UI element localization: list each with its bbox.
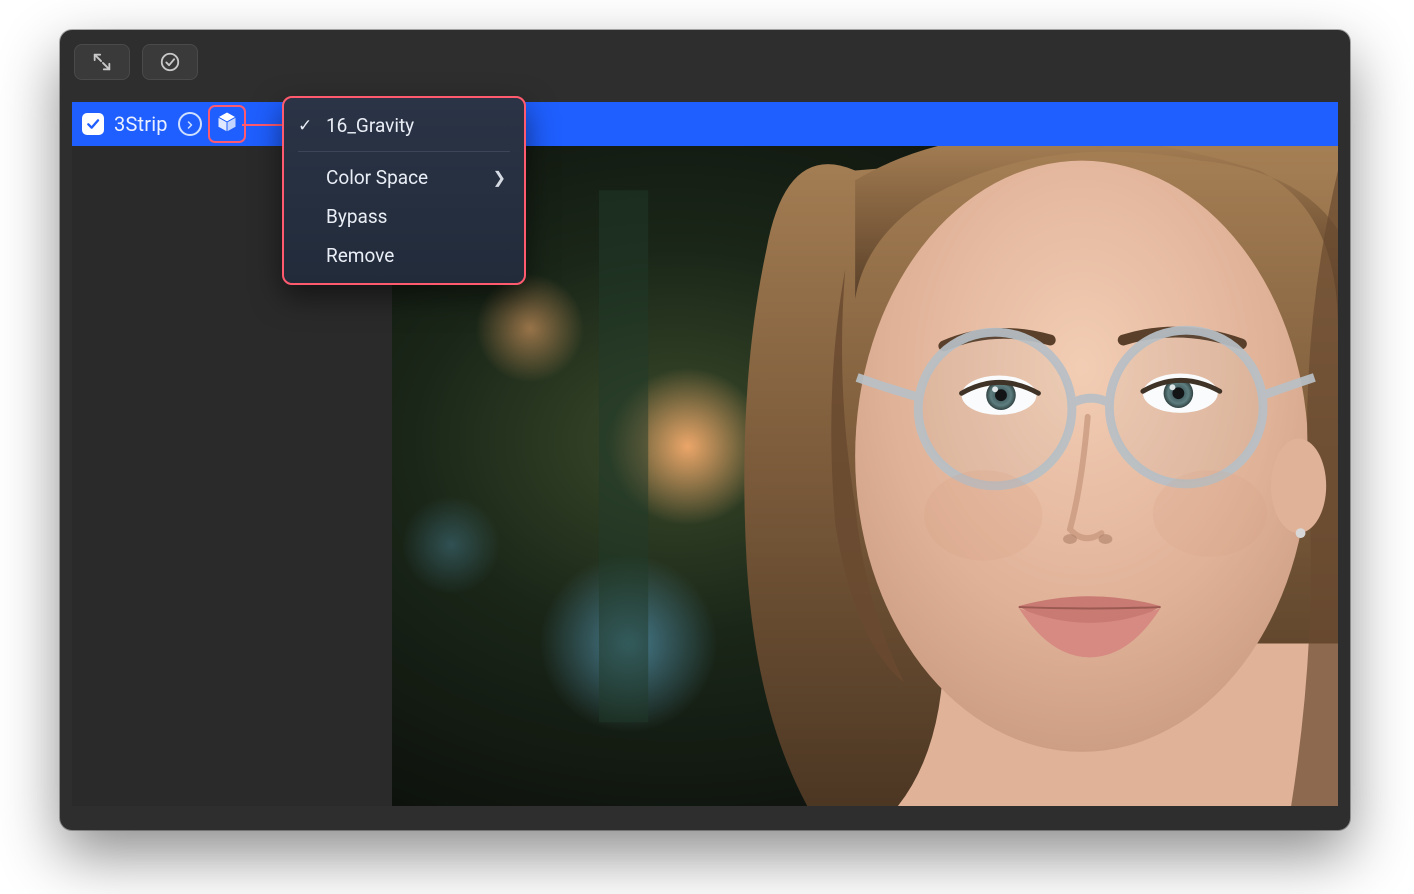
layer-name: 3Strip [114, 112, 168, 136]
checkmark-icon [85, 116, 101, 132]
menu-item-label: Remove [326, 244, 394, 267]
circle-arrow-right-icon [184, 112, 196, 136]
menu-item-label: 16_Gravity [326, 114, 414, 137]
toolbar [60, 30, 1350, 94]
menu-item-color-space[interactable]: Color Space ❯ [284, 158, 524, 197]
layer-header[interactable]: 3Strip [72, 102, 1338, 146]
menu-item-remove[interactable]: Remove [284, 236, 524, 275]
apply-button[interactable] [142, 44, 198, 80]
lut-cube-button[interactable] [212, 109, 242, 139]
menu-item-selected-lut[interactable]: ✓ 16_Gravity [284, 106, 524, 145]
lut-context-menu: ✓ 16_Gravity Color Space ❯ Bypass Remove [282, 96, 526, 285]
checkmark-icon: ✓ [298, 116, 312, 136]
menu-item-label: Color Space [326, 166, 428, 189]
menu-item-label: Bypass [326, 205, 387, 228]
expand-button[interactable] [74, 44, 130, 80]
app-window: 3Strip [60, 30, 1350, 830]
cube-icon [215, 110, 239, 139]
annotation-connector [242, 124, 282, 126]
layer-checkbox[interactable] [82, 113, 104, 135]
layer-navigate-button[interactable] [178, 112, 202, 136]
checkmark-circle-icon [159, 51, 181, 73]
preview-image [392, 146, 1338, 806]
chevron-right-icon: ❯ [493, 168, 506, 187]
expand-diagonal-icon [91, 51, 113, 73]
menu-separator [298, 151, 510, 152]
menu-item-bypass[interactable]: Bypass [284, 197, 524, 236]
preview-viewer[interactable] [392, 146, 1338, 806]
content-area: 3Strip [72, 102, 1338, 806]
